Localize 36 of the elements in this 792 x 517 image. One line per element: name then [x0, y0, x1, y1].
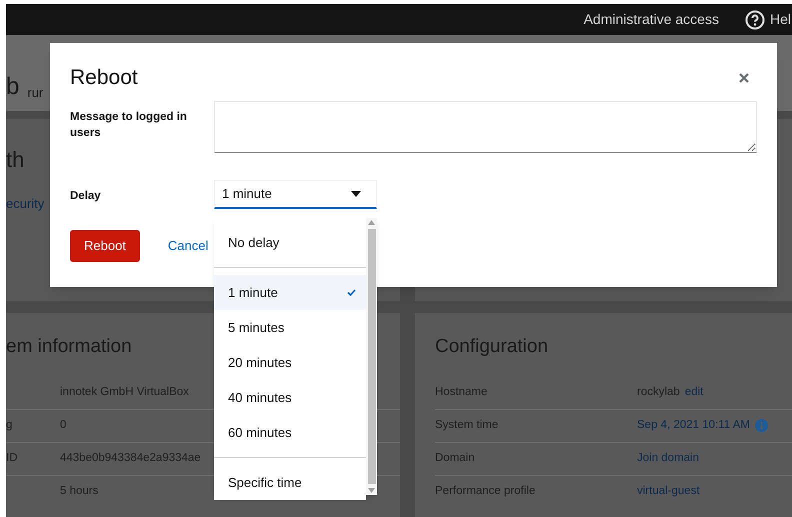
card-title: th — [6, 146, 26, 174]
row-value: 5 hours — [60, 484, 98, 500]
host-title: b — [6, 75, 20, 99]
scroll-up-icon[interactable] — [368, 220, 375, 225]
delay-select[interactable]: 1 minute — [214, 180, 377, 209]
admin-access-link[interactable]: Administrative access — [584, 9, 719, 30]
caret-icon — [351, 191, 361, 197]
close-icon[interactable] — [739, 73, 749, 83]
scrollbar-thumb[interactable] — [368, 229, 376, 484]
dialog-title: Reboot — [70, 65, 138, 92]
row-label: Domain — [435, 452, 475, 464]
row-label: System time — [435, 418, 498, 431]
dropdown-option[interactable]: Specific time — [214, 465, 366, 500]
row-label: Performance profile — [435, 485, 536, 498]
check-icon — [347, 289, 356, 296]
row-value: innotek GmbH VirtualBox — [60, 384, 189, 400]
card-title: em information — [6, 335, 133, 359]
host-subtitle: rur — [27, 86, 44, 99]
field-label: Delay — [70, 190, 101, 202]
card-title: Configuration — [435, 335, 550, 359]
help-icon — [744, 10, 765, 30]
help-button[interactable]: Hel — [744, 9, 792, 30]
cancel-button[interactable]: Cancel — [168, 236, 208, 256]
dropdown-option[interactable]: 1 minute — [214, 275, 366, 310]
message-field[interactable] — [214, 101, 757, 153]
row-value: rockylab — [637, 384, 680, 400]
info-icon[interactable] — [754, 419, 768, 432]
scrollbar[interactable] — [366, 218, 377, 495]
row-label: ID — [6, 452, 18, 464]
reboot-button[interactable]: Reboot — [70, 230, 140, 262]
row-value: 0 — [60, 418, 66, 433]
row-label: Hostname — [435, 386, 488, 398]
scroll-down-icon[interactable] — [368, 488, 375, 493]
row-value: 443be0b943384e2a9334ae — [60, 450, 201, 466]
row-label: g — [6, 418, 12, 431]
field-label: Message to logged in users — [70, 110, 188, 141]
